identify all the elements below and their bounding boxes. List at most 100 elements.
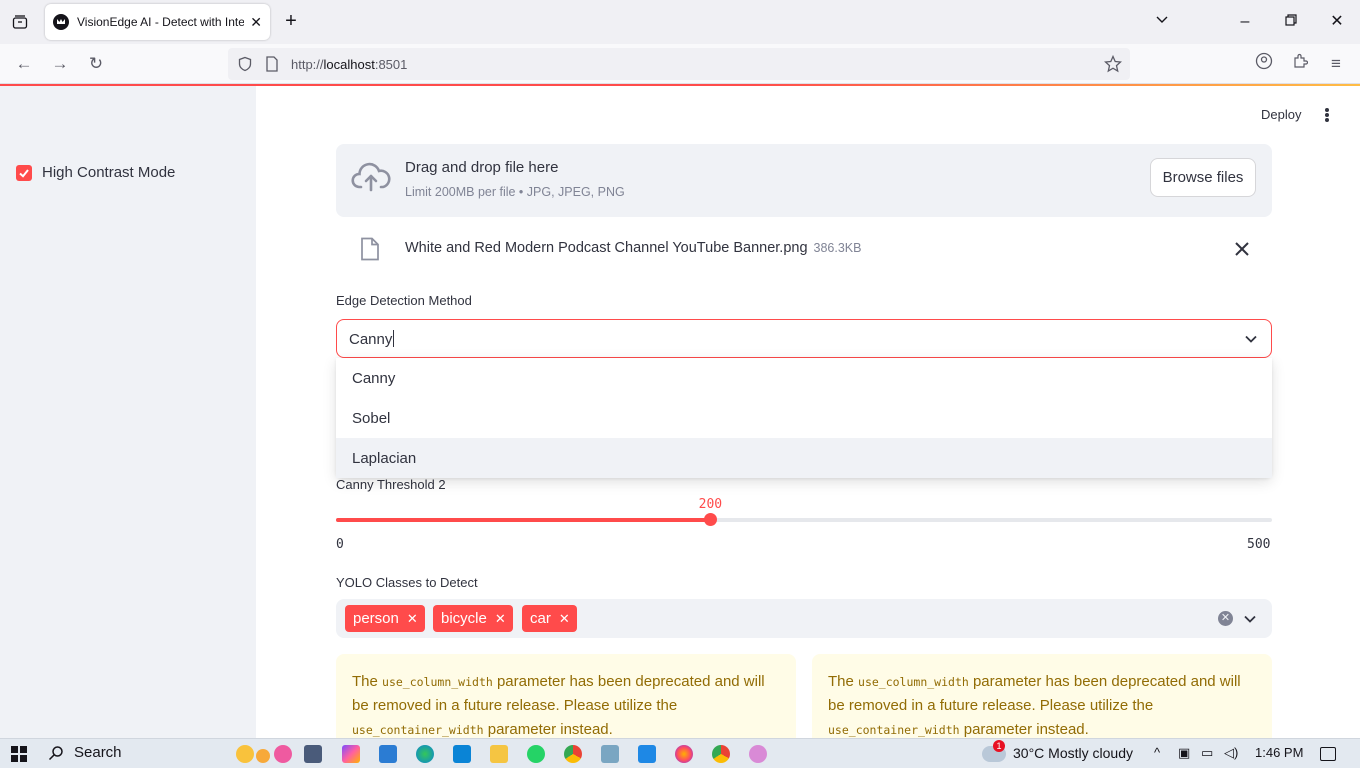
- warning-text: parameter instead.: [959, 721, 1089, 738]
- maximize-icon[interactable]: [1279, 10, 1303, 34]
- close-window-icon[interactable]: ✕: [1325, 10, 1349, 34]
- url-host: localhost: [323, 56, 375, 72]
- bookmark-star-icon[interactable]: [1104, 55, 1122, 73]
- tab-list-icon[interactable]: [8, 10, 32, 34]
- browser-tab-bar: VisionEdge AI - Detect with Intelligence…: [0, 0, 1360, 44]
- windows-start-icon[interactable]: [11, 746, 27, 762]
- page-info-icon[interactable]: [265, 56, 279, 72]
- slider-thumb[interactable]: [704, 513, 718, 526]
- device-icon[interactable]: ▣: [1178, 745, 1190, 761]
- task-view-icon[interactable]: [304, 745, 322, 763]
- yolo-classes-label: YOLO Classes to Detect: [336, 575, 478, 590]
- url-text: http://localhost:8501: [291, 57, 407, 72]
- chrome-icon[interactable]: [712, 745, 730, 763]
- shield-icon[interactable]: [237, 56, 253, 72]
- emoji-widget-icon[interactable]: [274, 745, 292, 763]
- forward-arrow-icon[interactable]: →: [48, 52, 72, 76]
- browser-nav-bar: ← → ↻ http://localhost:8501 ≡: [0, 44, 1360, 84]
- chip-label: bicycle: [441, 610, 487, 627]
- copilot-icon[interactable]: [342, 745, 360, 763]
- tab-overflow-chevron-icon[interactable]: [1150, 10, 1174, 34]
- clear-all-icon[interactable]: ✕: [1218, 611, 1233, 626]
- back-arrow-icon[interactable]: ←: [12, 52, 36, 76]
- uploaded-file-name: White and Red Modern Podcast Channel You…: [405, 240, 862, 256]
- store-icon[interactable]: [453, 745, 471, 763]
- file-icon: [361, 237, 379, 261]
- whatsapp-icon[interactable]: [527, 745, 545, 763]
- network-icon[interactable]: ▭: [1201, 745, 1213, 761]
- dropzone-title: Drag and drop file here: [405, 159, 559, 176]
- edge-browser-icon[interactable]: [416, 745, 434, 763]
- deprecation-warning: The use_column_width parameter has been …: [812, 654, 1272, 738]
- chevron-down-icon[interactable]: [1244, 332, 1258, 346]
- main-menu-kebab-icon[interactable]: [1319, 105, 1335, 125]
- firefox-icon[interactable]: [675, 745, 693, 763]
- search-label: Search: [74, 744, 122, 761]
- emoji-widget-icon[interactable]: [256, 749, 270, 763]
- paint-icon[interactable]: [749, 745, 767, 763]
- extensions-icon[interactable]: [1288, 52, 1312, 76]
- notepad-icon[interactable]: [601, 745, 619, 763]
- clock-time[interactable]: 1:46 PM: [1255, 745, 1303, 760]
- weather-temp: 30°C: [1013, 745, 1045, 761]
- threshold2-max: 500: [1247, 537, 1271, 552]
- warning-text: The: [828, 673, 859, 690]
- vscode-icon[interactable]: [638, 745, 656, 763]
- text-caret: [393, 330, 395, 347]
- new-tab-icon[interactable]: +: [280, 10, 302, 34]
- notifications-icon[interactable]: [1320, 747, 1336, 761]
- file-size: 386.3KB: [813, 241, 862, 255]
- app-favicon-icon: [53, 14, 69, 30]
- cloud-upload-icon: [351, 162, 391, 192]
- remove-file-close-icon[interactable]: [1233, 240, 1251, 258]
- taskbar-search[interactable]: Search: [48, 744, 122, 761]
- edge-method-value[interactable]: Canny: [349, 330, 395, 348]
- chip-label: car: [530, 610, 551, 627]
- warning-code: use_column_width: [858, 675, 969, 689]
- sidebar: High Contrast Mode: [0, 86, 256, 738]
- dropdown-option-sobel[interactable]: Sobel: [336, 398, 1272, 438]
- dropdown-option-laplacian[interactable]: Laplacian: [336, 438, 1272, 478]
- browse-files-button[interactable]: Browse files: [1150, 158, 1256, 197]
- yolo-classes-multiselect[interactable]: person ✕ bicycle ✕ car ✕ ✕: [336, 599, 1272, 638]
- high-contrast-checkbox[interactable]: High Contrast Mode: [16, 164, 175, 181]
- emoji-widget-icon[interactable]: [236, 745, 254, 763]
- high-contrast-label: High Contrast Mode: [42, 164, 176, 181]
- weather-text[interactable]: 30°C Mostly cloudy: [1013, 745, 1133, 761]
- dropdown-option-canny[interactable]: Canny: [336, 358, 1272, 398]
- address-bar[interactable]: http://localhost:8501: [228, 48, 1130, 80]
- chip-remove-icon[interactable]: ✕: [495, 611, 506, 627]
- news-icon[interactable]: [379, 745, 397, 763]
- show-hidden-icons-chevron-icon[interactable]: ^: [1154, 745, 1160, 760]
- warning-code: use_column_width: [382, 675, 493, 689]
- file-name-text: White and Red Modern Podcast Channel You…: [405, 240, 808, 256]
- reload-icon[interactable]: ↻: [84, 52, 108, 76]
- chrome-icon[interactable]: [564, 745, 582, 763]
- chip-remove-icon[interactable]: ✕: [407, 611, 418, 627]
- browser-tab-active[interactable]: VisionEdge AI - Detect with Intelligence…: [45, 4, 270, 40]
- threshold2-min: 0: [336, 537, 344, 552]
- file-dropzone[interactable]: Drag and drop file here Limit 200MB per …: [336, 144, 1272, 217]
- menu-hamburger-icon[interactable]: ≡: [1324, 52, 1348, 76]
- volume-icon[interactable]: ◁): [1224, 745, 1238, 761]
- chevron-down-icon[interactable]: [1243, 612, 1257, 626]
- edge-method-dropdown-menu: Canny Sobel Laplacian: [336, 358, 1272, 478]
- tab-close-icon[interactable]: ✕: [250, 14, 262, 31]
- edge-method-select[interactable]: Canny: [336, 319, 1272, 358]
- account-icon[interactable]: [1252, 52, 1276, 76]
- chip-label: person: [353, 610, 399, 627]
- warning-code: use_container_width: [352, 723, 484, 737]
- chip-remove-icon[interactable]: ✕: [559, 611, 570, 627]
- minimize-icon[interactable]: –: [1233, 10, 1257, 34]
- edge-method-label: Edge Detection Method: [336, 293, 472, 308]
- checkbox-checked-icon[interactable]: [16, 164, 32, 181]
- warning-code: use_container_width: [828, 723, 960, 737]
- warning-text: parameter instead.: [483, 721, 613, 738]
- slider-fill: [336, 518, 711, 522]
- file-explorer-icon[interactable]: [490, 745, 508, 763]
- threshold2-value: 200: [698, 497, 723, 512]
- uploaded-file-row: White and Red Modern Podcast Channel You…: [336, 234, 1272, 264]
- deploy-button[interactable]: Deploy: [1261, 107, 1301, 122]
- windows-taskbar: Search 1 30°C Mostly cloudy ^ ▣ ▭ ◁) 1:4…: [0, 738, 1360, 768]
- threshold2-slider[interactable]: [336, 513, 1272, 526]
